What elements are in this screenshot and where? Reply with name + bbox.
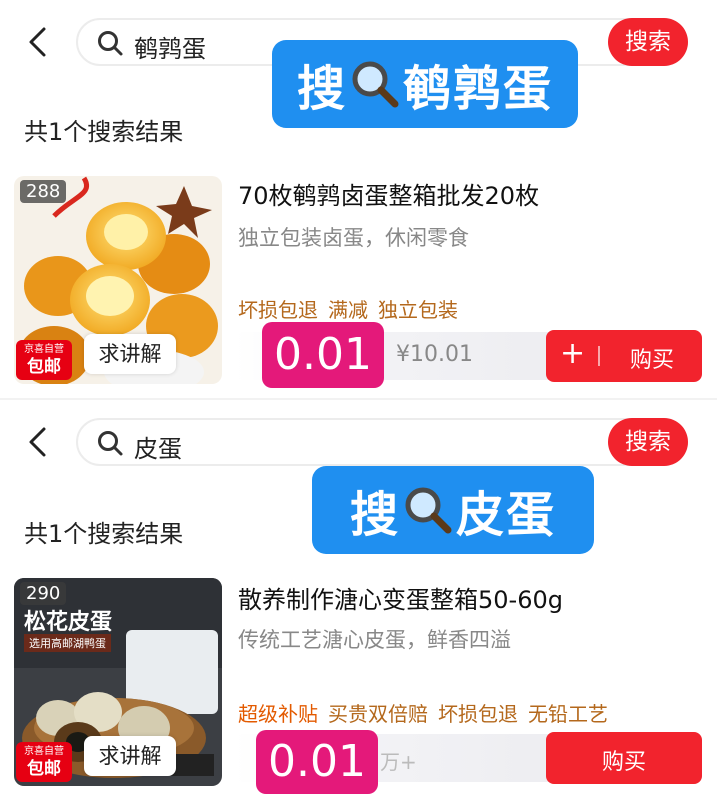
tag: 买贵双倍赔 <box>328 702 428 726</box>
search-caption-overlay: 搜 皮蛋 <box>312 466 594 554</box>
search-icon <box>98 31 123 56</box>
search-icon <box>98 431 123 456</box>
sales-count-faint: 万+ <box>380 750 417 774</box>
search-caption-overlay: 搜 鹌鹑蛋 <box>272 40 578 128</box>
add-to-cart-icon[interactable]: + <box>560 334 585 374</box>
image-title-text: 松花皮蛋 <box>24 609 113 635</box>
product-tags: 超级补贴 买贵双倍赔 坏损包退 无铅工艺 <box>238 698 608 727</box>
badge-free-shipping: 包邮 <box>27 357 61 377</box>
product-title[interactable]: 散养制作溏心变蛋整箱50-60g <box>238 580 563 615</box>
result-count: 共1个搜索结果 <box>24 118 184 146</box>
price-highlight: 0.01 <box>256 730 378 794</box>
search-input[interactable]: 皮蛋 <box>134 429 182 464</box>
overlay-word: 鹌鹑蛋 <box>403 61 554 117</box>
search-button[interactable]: 搜索 <box>608 18 688 66</box>
buy-divider <box>598 346 600 366</box>
magnifier-icon <box>405 487 452 534</box>
ask-explain-button[interactable]: 求讲解 <box>84 334 176 374</box>
badge-free-shipping: 包邮 <box>27 759 61 779</box>
tag: 无铅工艺 <box>528 702 608 726</box>
product-subtitle: 独立包装卤蛋，休闲零食 <box>238 226 469 250</box>
product-subtitle: 传统工艺溏心皮蛋，鲜香四溢 <box>238 628 511 652</box>
ask-explain-button[interactable]: 求讲解 <box>84 736 176 776</box>
overlay-word: 皮蛋 <box>456 487 557 543</box>
badge-top-text: 京喜自营 <box>24 746 64 757</box>
search-button[interactable]: 搜索 <box>608 418 688 466</box>
tag: 坏损包退 <box>238 298 318 322</box>
tag: 坏损包退 <box>438 702 518 726</box>
image-caption-text: 选用高邮湖鸭蛋 <box>24 634 111 652</box>
search-screen-century-egg: 皮蛋 搜索 搜 皮蛋 共1个搜索结果 松花皮蛋 选用高邮湖鸭蛋 290 京喜自营… <box>0 400 717 800</box>
tag: 超级补贴 <box>238 702 318 726</box>
jx-selfrun-badge: 京喜自营 包邮 <box>16 340 72 380</box>
tag: 独立包装 <box>378 298 458 322</box>
buy-label: 购买 <box>601 750 646 775</box>
image-count: 288 <box>20 180 67 203</box>
product-tags: 坏损包退 满减 独立包装 <box>238 294 458 323</box>
search-input[interactable]: 鹌鹑蛋 <box>134 29 206 64</box>
result-count: 共1个搜索结果 <box>24 520 184 548</box>
product-image[interactable]: 288 京喜自营 包邮 求讲解 <box>14 176 222 384</box>
search-bar[interactable]: 皮蛋 搜索 <box>76 418 688 466</box>
overlay-prefix: 搜 <box>296 61 347 117</box>
original-price: ¥10.01 <box>396 342 473 367</box>
search-screen-quail-egg: 鹌鹑蛋 搜索 搜 鹌鹑蛋 共1个搜索结果 288 京喜自营 包邮 求讲解 70枚… <box>0 0 717 400</box>
jx-selfrun-badge: 京喜自营 包邮 <box>16 742 72 782</box>
buy-label: 购买 <box>629 348 674 373</box>
tag: 满减 <box>328 298 368 322</box>
back-icon[interactable] <box>24 426 52 458</box>
image-count: 290 <box>20 582 67 605</box>
badge-top-text: 京喜自营 <box>24 344 64 355</box>
product-title[interactable]: 70枚鹌鹑卤蛋整箱批发20枚 <box>238 176 539 211</box>
magnifier-icon <box>352 61 399 108</box>
buy-button[interactable]: + 购买 <box>546 330 702 382</box>
product-image[interactable]: 松花皮蛋 选用高邮湖鸭蛋 290 京喜自营 包邮 求讲解 <box>14 578 222 786</box>
back-icon[interactable] <box>24 26 52 58</box>
price-highlight: 0.01 <box>262 322 384 388</box>
buy-button[interactable]: 购买 <box>546 732 702 784</box>
overlay-prefix: 搜 <box>349 487 400 543</box>
